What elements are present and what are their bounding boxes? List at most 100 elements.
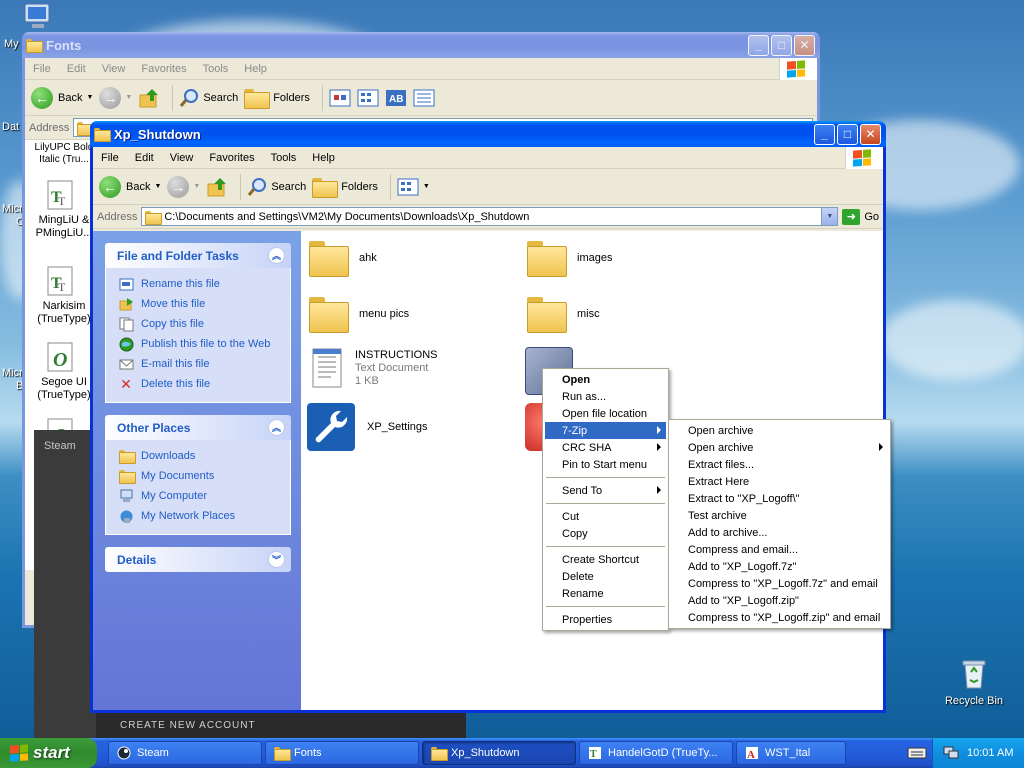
menu-item-cut[interactable]: Cut — [545, 508, 666, 525]
menu-item-properties[interactable]: Properties — [545, 611, 666, 628]
menu-item-create-shortcut[interactable]: Create Shortcut — [545, 551, 666, 568]
close-button[interactable]: ✕ — [794, 34, 815, 56]
collapse-chevron-icon[interactable]: ︽ — [268, 247, 285, 264]
forward-button[interactable]: → ▼ — [99, 86, 132, 109]
address-dropdown-icon[interactable]: ▼ — [821, 208, 838, 225]
maximize-button[interactable]: □ — [837, 123, 858, 145]
menu-item-open-location[interactable]: Open file location — [545, 405, 666, 422]
keyboard-icon[interactable] — [906, 743, 928, 763]
list-button[interactable] — [357, 89, 379, 107]
zip-compress-email[interactable]: Compress and email... — [671, 541, 888, 558]
menu-item-rename[interactable]: Rename — [545, 585, 666, 602]
menu-item-pin-start[interactable]: Pin to Start menu — [545, 456, 666, 473]
menu-view[interactable]: View — [94, 63, 134, 75]
file-item-xp-settings[interactable]: XP_Settings — [307, 403, 428, 451]
menu-tools[interactable]: Tools — [263, 152, 305, 164]
menu-item-delete[interactable]: Delete — [545, 568, 666, 585]
main-titlebar[interactable]: Xp_Shutdown _ □ ✕ — [90, 121, 886, 147]
menu-item-crc-sha[interactable]: CRC SHA — [545, 439, 666, 456]
maximize-button[interactable]: □ — [771, 34, 792, 56]
zip-open-archive[interactable]: Open archive — [671, 422, 888, 439]
fonts-titlebar[interactable]: Fonts _ □ ✕ — [22, 32, 820, 58]
large-icons-button[interactable] — [329, 89, 351, 107]
recycle-bin-icon[interactable] — [958, 656, 990, 690]
place-downloads[interactable]: Downloads — [118, 446, 290, 466]
folder-item-ahk[interactable]: ahk — [309, 241, 377, 277]
zip-compress-zip-email[interactable]: Compress to "XP_Logoff.zip" and email — [671, 609, 888, 626]
back-button[interactable]: ← Back ▼ — [31, 86, 93, 109]
task-copy[interactable]: Copy this file — [118, 314, 290, 334]
details-header[interactable]: Details ︾ — [105, 547, 291, 572]
my-computer-desktop-icon[interactable] — [22, 2, 54, 32]
zip-test-archive[interactable]: Test archive — [671, 507, 888, 524]
menu-item-run-as[interactable]: Run as... — [545, 388, 666, 405]
go-button[interactable]: ➜ Go — [842, 208, 879, 225]
font-item-narkisim[interactable]: Narkisim (TrueType) — [33, 300, 95, 326]
font-item-mingliu[interactable]: MingLiU & PMingLiU... — [33, 214, 95, 240]
zip-add-to-archive[interactable]: Add to archive... — [671, 524, 888, 541]
menu-item-send-to[interactable]: Send To — [545, 482, 666, 499]
file-item-instructions[interactable]: INSTRUCTIONS Text Document 1 KB — [311, 347, 438, 389]
menu-help[interactable]: Help — [304, 152, 343, 164]
up-folder-button[interactable] — [206, 176, 228, 198]
menu-edit[interactable]: Edit — [127, 152, 162, 164]
font-item-segoe[interactable]: Segoe UI (TrueType) — [33, 376, 95, 402]
menu-edit[interactable]: Edit — [59, 63, 94, 75]
taskbar-item-fonts[interactable]: Fonts — [265, 741, 419, 765]
menu-item-open[interactable]: Open — [545, 371, 666, 388]
menu-help[interactable]: Help — [236, 63, 275, 75]
zip-compress-7z-email[interactable]: Compress to "XP_Logoff.7z" and email — [671, 575, 888, 592]
menu-tools[interactable]: Tools — [195, 63, 237, 75]
address-field[interactable]: C:\Documents and Settings\VM2\My Documen… — [141, 207, 839, 226]
place-my-computer[interactable]: My Computer — [118, 486, 290, 506]
file-tasks-header[interactable]: File and Folder Tasks ︽ — [105, 243, 291, 268]
folder-item-misc[interactable]: misc — [527, 297, 600, 333]
zip-add-zip[interactable]: Add to "XP_Logoff.zip" — [671, 592, 888, 609]
folders-button[interactable]: Folders — [312, 177, 378, 198]
taskbar-item-steam[interactable]: Steam — [108, 741, 262, 765]
menu-file[interactable]: File — [25, 63, 59, 75]
forward-button[interactable]: → ▼ — [167, 175, 200, 198]
up-folder-button[interactable] — [138, 87, 160, 109]
zip-open-archive-sub[interactable]: Open archive — [671, 439, 888, 456]
zip-extract-here[interactable]: Extract Here — [671, 473, 888, 490]
menu-file[interactable]: File — [93, 152, 127, 164]
similarity-button[interactable]: AB — [385, 89, 407, 107]
zip-extract-files[interactable]: Extract files... — [671, 456, 888, 473]
minimize-button[interactable]: _ — [814, 123, 835, 145]
menu-item-copy[interactable]: Copy — [545, 525, 666, 542]
expand-chevron-icon[interactable]: ︾ — [268, 551, 285, 568]
taskbar-item-wst-ital[interactable]: A WST_Ital — [736, 741, 846, 765]
folder-item-menu-pics[interactable]: menu pics — [309, 297, 409, 333]
menu-favorites[interactable]: Favorites — [201, 152, 262, 164]
clock[interactable]: 10:01 AM — [967, 747, 1013, 759]
taskbar-item-handelgotd[interactable]: T HandelGotD (TrueTy... — [579, 741, 733, 765]
network-tray-icon[interactable] — [943, 744, 959, 763]
task-email[interactable]: E-mail this file — [118, 354, 290, 374]
back-button[interactable]: ← Back ▼ — [99, 175, 161, 198]
search-button[interactable]: Search — [179, 88, 238, 108]
task-rename[interactable]: Rename this file — [118, 274, 290, 294]
start-button[interactable]: start — [0, 738, 97, 768]
close-button[interactable]: ✕ — [860, 123, 881, 145]
details-button[interactable] — [413, 89, 435, 107]
menu-favorites[interactable]: Favorites — [133, 63, 194, 75]
other-places-header[interactable]: Other Places ︽ — [105, 415, 291, 440]
zip-add-7z[interactable]: Add to "XP_Logoff.7z" — [671, 558, 888, 575]
task-publish[interactable]: Publish this file to the Web — [118, 334, 290, 354]
collapse-chevron-icon[interactable]: ︽ — [268, 419, 285, 436]
task-delete[interactable]: ✕ Delete this file — [118, 374, 290, 394]
create-account-button[interactable]: CREATE NEW ACCOUNT — [96, 712, 466, 738]
font-item-lilyupc[interactable]: LilyUPC Bold Italic (Tru... — [33, 142, 95, 166]
folder-item-images[interactable]: images — [527, 241, 612, 277]
taskbar-item-xp-shutdown[interactable]: Xp_Shutdown — [422, 741, 576, 765]
place-network[interactable]: My Network Places — [118, 506, 290, 526]
menu-item-7zip[interactable]: 7-Zip — [545, 422, 666, 439]
views-button[interactable]: ▼ — [397, 178, 430, 196]
minimize-button[interactable]: _ — [748, 34, 769, 56]
menu-view[interactable]: View — [162, 152, 202, 164]
folders-button[interactable]: Folders — [244, 88, 310, 109]
task-move[interactable]: Move this file — [118, 294, 290, 314]
search-button[interactable]: Search — [247, 177, 306, 197]
place-my-documents[interactable]: My Documents — [118, 466, 290, 486]
